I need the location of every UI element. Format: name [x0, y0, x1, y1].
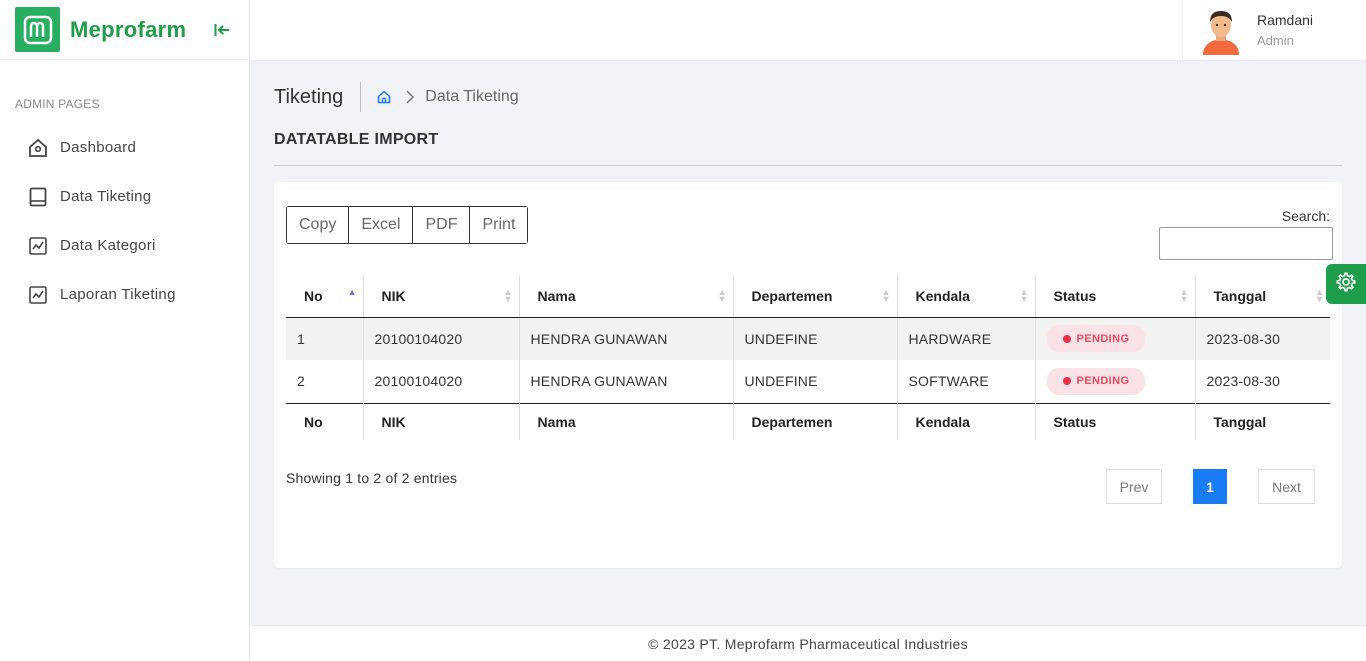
chevron-right-icon: [405, 89, 415, 105]
chart-line-icon: [27, 284, 49, 306]
cell-nama: HENDRA GUNAWAN: [518, 317, 733, 360]
footer-header-status: Status: [1034, 402, 1195, 440]
chart-line-icon: [27, 235, 49, 257]
status-dot-icon: [1062, 334, 1071, 343]
sort-icon: ▲ ▼: [1179, 287, 1189, 304]
cell-kendala: HARDWARE: [896, 317, 1035, 360]
sidebar-item-data-tiketing[interactable]: Data Tiketing: [0, 172, 249, 221]
settings-button[interactable]: [1326, 264, 1366, 304]
cell-tanggal: 2023-08-30: [1194, 317, 1330, 360]
page-1-button[interactable]: 1: [1193, 469, 1227, 504]
sidebar-item-dashboard[interactable]: Dashboard: [0, 123, 249, 172]
cell-nik: 20100104020: [362, 317, 519, 360]
breadcrumb-divider: [360, 82, 362, 112]
user-name: Ramdani: [1257, 12, 1314, 28]
section-title: DATATABLE IMPORT: [274, 131, 439, 148]
search-label: Search:: [1281, 208, 1330, 224]
table-info: Showing 1 to 2 of 2 entries: [286, 470, 458, 486]
cell-departemen: UNDEFINE: [732, 317, 897, 360]
sidebar-item-label: Data Tiketing: [60, 188, 152, 205]
collapse-sidebar-icon[interactable]: [212, 20, 232, 40]
copy-button[interactable]: Copy: [287, 207, 350, 243]
cell-no: 1: [297, 330, 305, 347]
status-badge: PENDING: [1046, 325, 1146, 353]
footer-header-kendala: Kendala: [896, 402, 1035, 440]
table-row[interactable]: 2 20100104020 HENDRA GUNAWAN UNDEFINE SO…: [286, 360, 1330, 403]
sidebar: Meprofarm ADMIN PAGES Dashboard Data Tik…: [0, 0, 250, 661]
footer-header-no: No: [286, 402, 363, 440]
column-header-nama[interactable]: Nama ▲ ▼: [518, 276, 733, 318]
cell-status: PENDING: [1034, 317, 1195, 360]
status-badge: PENDING: [1046, 367, 1146, 395]
table-footer-row: No NIK Nama Departemen Kendala Status Ta…: [286, 402, 1330, 440]
sort-icon: ▲ ▼: [881, 287, 891, 304]
sort-asc-icon: ▲: [347, 287, 357, 297]
breadcrumb-current: Data Tiketing: [425, 88, 519, 105]
footer-header-departemen: Departemen: [732, 402, 897, 440]
sidebar-item-laporan-tiketing[interactable]: Laporan Tiketing: [0, 270, 249, 319]
column-header-nik[interactable]: NIK ▲ ▼: [362, 276, 519, 318]
cell-tanggal: 2023-08-30: [1194, 360, 1330, 403]
sort-icon: ▲ ▼: [1315, 287, 1324, 304]
cell-status: PENDING: [1034, 360, 1195, 403]
brand: Meprofarm: [0, 0, 249, 60]
footer-header-nik: NIK: [362, 402, 519, 440]
column-header-status[interactable]: Status ▲ ▼: [1034, 276, 1195, 318]
cell-departemen: UNDEFINE: [732, 360, 897, 403]
column-header-departemen[interactable]: Departemen ▲ ▼: [732, 276, 897, 318]
sidebar-nav: Dashboard Data Tiketing Data Kategori La…: [0, 123, 249, 319]
print-button[interactable]: Print: [470, 207, 528, 243]
cell-nik: 20100104020: [362, 360, 519, 403]
cell-no: 2: [297, 373, 305, 390]
book-icon: [27, 186, 49, 208]
column-header-tanggal[interactable]: Tanggal ▲ ▼: [1194, 276, 1330, 318]
cell-nama: HENDRA GUNAWAN: [518, 360, 733, 403]
user-role: Admin: [1257, 33, 1294, 48]
brand-name[interactable]: Meprofarm: [70, 17, 186, 43]
datatable-card: Copy Excel PDF Print Search: No ▲ NIK ▲ ▼ N…: [274, 182, 1342, 568]
footer-header-tanggal: Tanggal: [1194, 402, 1330, 440]
breadcrumb-home-icon[interactable]: [377, 89, 393, 105]
column-header-kendala[interactable]: Kendala ▲ ▼: [896, 276, 1035, 318]
sort-icon: ▲ ▼: [717, 287, 727, 304]
search-input[interactable]: [1159, 227, 1333, 260]
topbar: Ramdani Admin: [250, 0, 1366, 60]
table-header-row: No ▲ NIK ▲ ▼ Nama ▲ ▼ Departemen ▲ ▼ Kendala ▲ ▼ …: [286, 276, 1330, 318]
excel-button[interactable]: Excel: [349, 207, 414, 243]
cell-kendala: SOFTWARE: [896, 360, 1035, 403]
data-table: No ▲ NIK ▲ ▼ Nama ▲ ▼ Departemen ▲ ▼ Kendala ▲ ▼ …: [286, 276, 1330, 440]
sidebar-item-data-kategori[interactable]: Data Kategori: [0, 221, 249, 270]
footer-copyright: © 2023 PT. Meprofarm Pharmaceutical Indu…: [648, 635, 968, 652]
footer: © 2023 PT. Meprofarm Pharmaceutical Indu…: [250, 625, 1366, 661]
sidebar-item-label: Dashboard: [60, 139, 137, 156]
export-button-group: Copy Excel PDF Print: [286, 206, 529, 244]
sidebar-item-label: Laporan Tiketing: [60, 286, 176, 303]
page-title: Tiketing: [274, 85, 344, 108]
next-page-button[interactable]: Next: [1258, 469, 1315, 504]
avatar: [1199, 5, 1243, 55]
prev-page-button[interactable]: Prev: [1106, 469, 1162, 504]
brand-logo-icon[interactable]: [15, 7, 60, 52]
pdf-button[interactable]: PDF: [413, 207, 471, 243]
sidebar-item-label: Data Kategori: [60, 237, 156, 254]
page-header: Tiketing Data Tiketing: [274, 82, 519, 112]
gear-icon: [1335, 271, 1357, 298]
sort-icon: ▲ ▼: [503, 287, 513, 304]
table-row[interactable]: 1 20100104020 HENDRA GUNAWAN UNDEFINE HA…: [286, 317, 1330, 360]
divider: [274, 165, 1342, 166]
column-header-no[interactable]: No ▲: [286, 276, 363, 318]
sort-icon: ▲ ▼: [1019, 287, 1029, 304]
footer-header-nama: Nama: [518, 402, 733, 440]
nav-section-title: ADMIN PAGES: [15, 97, 100, 111]
status-dot-icon: [1062, 377, 1071, 386]
user-menu[interactable]: Ramdani Admin: [1182, 0, 1366, 60]
home-icon: [27, 137, 49, 159]
